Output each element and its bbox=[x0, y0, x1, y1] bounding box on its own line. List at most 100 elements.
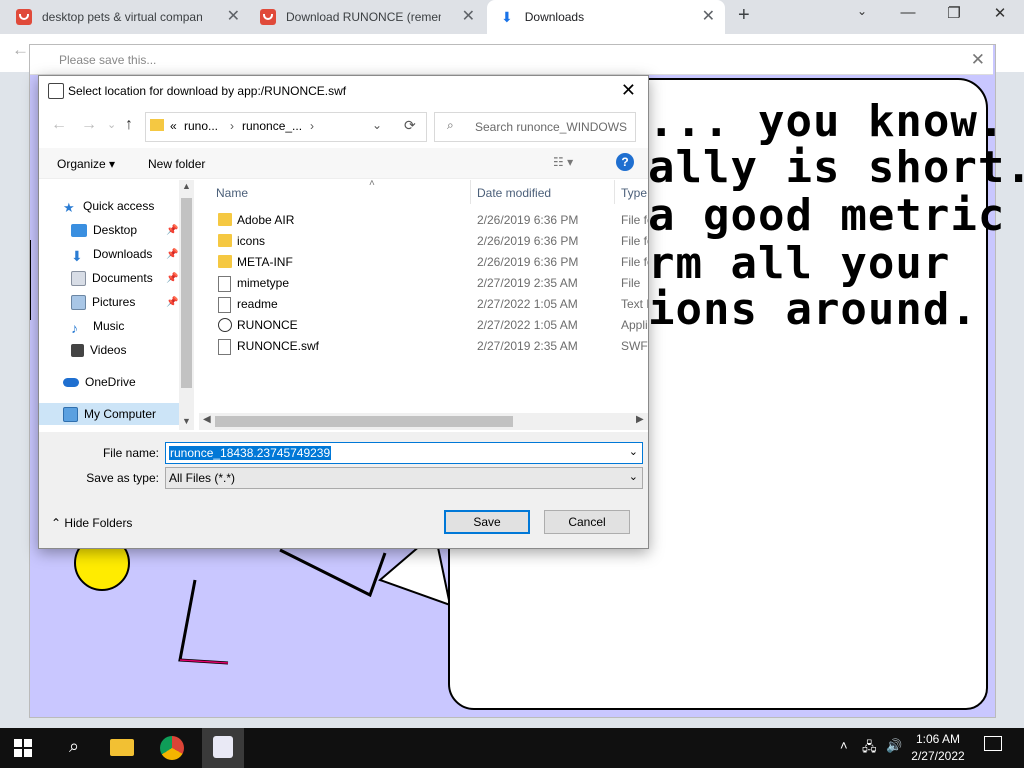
search-icon[interactable]: ⌕ bbox=[62, 736, 86, 760]
scroll-thumb[interactable] bbox=[215, 416, 513, 427]
nav-music[interactable]: ♪ Music bbox=[71, 315, 124, 337]
file-name: Adobe AIR bbox=[237, 213, 295, 227]
column-divider[interactable] bbox=[614, 180, 615, 204]
app-close-icon[interactable]: ✕ bbox=[971, 50, 985, 70]
window-close-button[interactable]: ✕ bbox=[980, 4, 1020, 22]
pictures-icon bbox=[71, 294, 86, 310]
file-row[interactable]: RUNONCE.swf 2/27/2019 2:35 AM SWF bbox=[207, 336, 648, 357]
address-bar[interactable]: « runo... › runonce_... › ⌄ ⟳ bbox=[145, 112, 427, 142]
nav-documents[interactable]: Documents bbox=[71, 267, 153, 289]
network-icon[interactable]: 🖧 bbox=[862, 738, 877, 760]
nav-videos[interactable]: Videos bbox=[71, 339, 126, 361]
column-header-date[interactable]: Date modified bbox=[477, 186, 551, 200]
breadcrumb-item[interactable]: runo... bbox=[184, 119, 218, 133]
runonce-taskbar-icon[interactable] bbox=[202, 728, 244, 768]
breadcrumb-overflow[interactable]: « bbox=[170, 119, 177, 133]
recent-locations-icon[interactable]: ⌄ bbox=[107, 118, 116, 131]
chevron-down-icon[interactable]: ⌄ bbox=[629, 470, 638, 483]
restore-button[interactable]: ❐ bbox=[934, 4, 974, 22]
tab-download-runonce[interactable]: Download RUNONCE (remembe ✕ bbox=[250, 0, 485, 34]
star-icon: ★ bbox=[63, 199, 75, 215]
file-explorer-icon[interactable] bbox=[110, 739, 134, 756]
back-icon[interactable]: ← bbox=[12, 40, 29, 60]
refresh-icon[interactable]: ⟳ bbox=[404, 117, 416, 134]
help-icon[interactable]: ? bbox=[616, 153, 634, 171]
save-type-label: Save as type: bbox=[86, 471, 159, 485]
organize-button[interactable]: Organize ▾ bbox=[57, 157, 115, 171]
new-folder-button[interactable]: New folder bbox=[148, 157, 205, 171]
bubble-text-line: a good metric bbox=[648, 190, 1006, 241]
breadcrumb-item[interactable]: runonce_... bbox=[242, 119, 302, 133]
column-header-type[interactable]: Type bbox=[621, 186, 647, 200]
nav-scrollbar[interactable]: ▲ ▼ bbox=[179, 180, 194, 430]
file-type: File fo bbox=[621, 213, 648, 227]
file-row[interactable]: Adobe AIR 2/26/2019 6:36 PM File fo bbox=[207, 210, 648, 231]
file-name-input[interactable]: runonce_18438.23745749239 ⌄ bbox=[165, 442, 643, 464]
pin-icon: 📌 bbox=[166, 273, 179, 284]
up-arrow-icon[interactable]: ↑ bbox=[125, 116, 133, 134]
clock-time[interactable]: 1:06 AM bbox=[906, 732, 970, 746]
folder-icon bbox=[150, 119, 164, 131]
search-input[interactable]: ⌕ Search runonce_WINDOWS bbox=[434, 112, 636, 142]
tab-desktop-pets[interactable]: desktop pets & virtual companio ✕ bbox=[0, 0, 250, 34]
close-icon[interactable]: ✕ bbox=[227, 9, 240, 25]
windows-start-icon[interactable] bbox=[14, 739, 32, 757]
nav-label: Desktop bbox=[93, 223, 138, 237]
view-options-icon[interactable]: ☷ ▾ bbox=[553, 155, 573, 169]
scroll-thumb[interactable] bbox=[181, 198, 192, 388]
horizontal-scrollbar[interactable]: ◀ ▶ bbox=[199, 413, 648, 430]
sort-indicator-icon: ˄ bbox=[369, 180, 375, 189]
bubble-text-line: ally is short. bbox=[648, 142, 1024, 193]
scroll-left-icon[interactable]: ◀ bbox=[203, 414, 211, 425]
pin-icon: 📌 bbox=[166, 249, 179, 260]
column-divider[interactable] bbox=[470, 180, 471, 204]
cancel-button[interactable]: Cancel bbox=[544, 510, 630, 534]
chevron-down-icon[interactable]: ⌄ bbox=[372, 118, 382, 132]
save-type-select[interactable]: All Files (*.*) ⌄ bbox=[165, 467, 643, 489]
scroll-down-icon[interactable]: ▼ bbox=[182, 416, 191, 426]
column-header-name[interactable]: Name bbox=[216, 186, 248, 200]
chevron-up-icon: ⌃ bbox=[51, 516, 62, 530]
chevron-down-icon[interactable]: ⌄ bbox=[629, 445, 638, 458]
file-row[interactable]: RUNONCE 2/27/2022 1:05 AM Applic bbox=[207, 315, 648, 336]
file-date: 2/27/2019 2:35 AM bbox=[477, 276, 578, 290]
clock-date[interactable]: 2/27/2022 bbox=[906, 749, 970, 763]
nav-downloads[interactable]: ⬇ Downloads bbox=[71, 243, 152, 265]
close-icon[interactable]: ✕ bbox=[462, 9, 475, 25]
forward-arrow-icon[interactable]: → bbox=[81, 116, 97, 134]
nav-my-computer[interactable]: My Computer bbox=[39, 403, 179, 425]
tab-search-icon[interactable]: ⌄ bbox=[842, 4, 882, 18]
file-name: readme bbox=[237, 297, 278, 311]
desktop-icon bbox=[71, 223, 87, 237]
tab-downloads[interactable]: ⬇ Downloads ✕ bbox=[487, 0, 725, 34]
nav-label: Documents bbox=[92, 271, 153, 285]
chevron-up-icon[interactable]: ˄ bbox=[840, 738, 848, 753]
volume-icon[interactable]: 🔊 bbox=[886, 738, 902, 754]
nav-quick-access[interactable]: ★ Quick access bbox=[63, 195, 154, 217]
file-row[interactable]: mimetype 2/27/2019 2:35 AM File bbox=[207, 273, 648, 294]
hide-folders-button[interactable]: ⌃ Hide Folders bbox=[51, 516, 132, 530]
pet-arm bbox=[279, 548, 387, 598]
file-row[interactable]: META-INF 2/26/2019 6:36 PM File fo bbox=[207, 252, 648, 273]
back-arrow-icon[interactable]: ← bbox=[51, 116, 67, 134]
notifications-icon[interactable] bbox=[984, 736, 1002, 751]
new-tab-button[interactable]: + bbox=[738, 4, 750, 27]
nav-pictures[interactable]: Pictures bbox=[71, 291, 135, 313]
file-name: mimetype bbox=[237, 276, 290, 290]
chrome-icon[interactable] bbox=[160, 736, 184, 760]
scroll-right-icon[interactable]: ▶ bbox=[636, 414, 644, 425]
file-row[interactable]: readme 2/27/2022 1:05 AM Text D bbox=[207, 294, 648, 315]
search-icon: ⌕ bbox=[447, 118, 454, 132]
close-icon[interactable]: ✕ bbox=[702, 9, 715, 25]
nav-desktop[interactable]: Desktop bbox=[71, 219, 137, 241]
videos-icon bbox=[71, 343, 84, 357]
close-icon[interactable]: ✕ bbox=[621, 80, 636, 101]
navigation-pane: ★ Quick access Desktop ⬇ Downloads Documen… bbox=[39, 180, 194, 430]
file-row[interactable]: icons 2/26/2019 6:36 PM File fo bbox=[207, 231, 648, 252]
folder-icon bbox=[218, 255, 232, 268]
nav-onedrive[interactable]: OneDrive bbox=[63, 371, 136, 393]
scroll-up-icon[interactable]: ▲ bbox=[182, 181, 191, 191]
minimize-button[interactable]: — bbox=[888, 4, 928, 21]
folder-icon bbox=[218, 213, 232, 226]
save-button[interactable]: Save bbox=[444, 510, 530, 534]
